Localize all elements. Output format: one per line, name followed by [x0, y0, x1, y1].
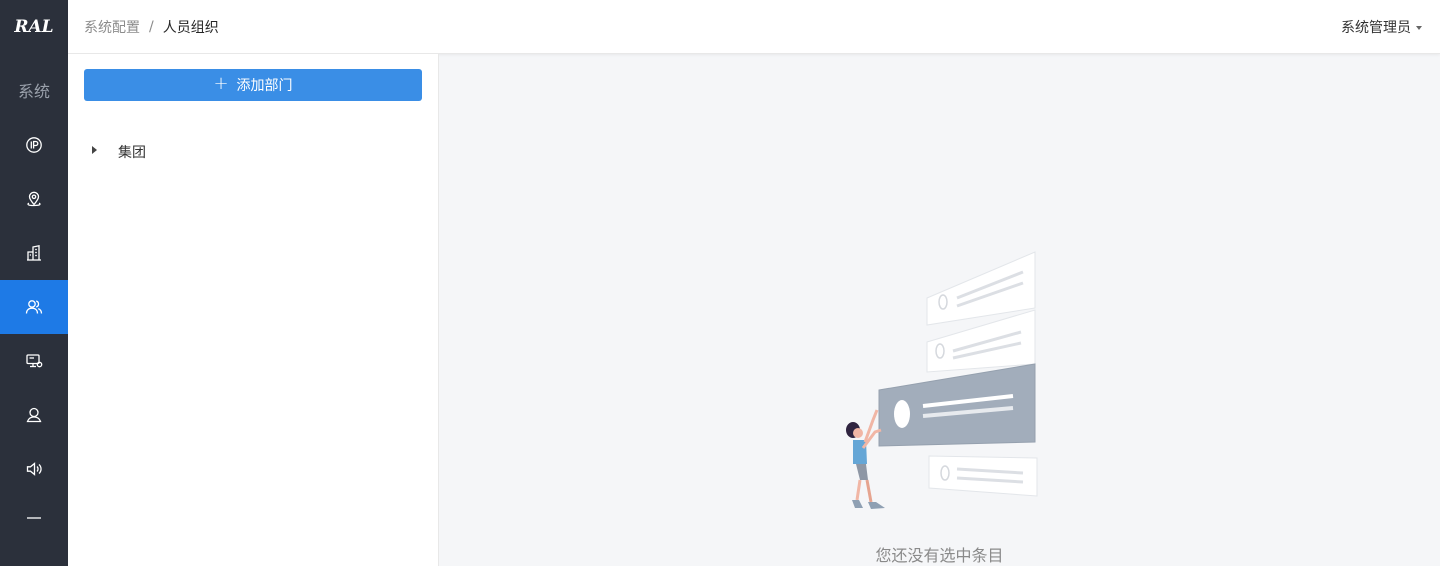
user-icon — [26, 407, 42, 423]
department-tree-panel: + 添加部门 集团 — [68, 54, 439, 566]
empty-state-illustration — [846, 251, 1038, 509]
user-menu[interactable]: 系统管理员 — [1341, 17, 1424, 37]
sidebar-item-location[interactable] — [0, 172, 68, 226]
user-menu-label: 系统管理员 — [1341, 19, 1411, 36]
sidebar-section-label: 系统 — [17, 82, 50, 101]
breadcrumb-parent[interactable]: 系统配置 — [84, 17, 140, 37]
card-main — [878, 363, 1036, 447]
caret-down-icon — [1416, 25, 1422, 30]
sidebar-collapse-button[interactable] — [0, 496, 68, 540]
logo-text: RAL — [14, 17, 54, 37]
main-content: 您还没有选中条目 — [439, 54, 1440, 566]
sidebar-item-people[interactable] — [0, 280, 68, 334]
card-4 — [928, 455, 1038, 497]
building-icon — [27, 245, 41, 261]
location-pin-icon — [27, 191, 41, 207]
sidebar: RAL 系统 — [0, 0, 68, 566]
sidebar-item-building[interactable] — [0, 226, 68, 280]
plus-icon: + — [213, 73, 229, 94]
tree-node[interactable]: 集团 — [92, 142, 146, 162]
add-department-button[interactable]: + 添加部门 — [84, 69, 422, 101]
tree-node-label: 集团 — [118, 145, 146, 161]
add-department-label: 添加部门 — [236, 78, 293, 94]
top-header: 系统配置 / 人员组织 系统管理员 — [68, 0, 1440, 54]
brand-logo[interactable]: RAL — [0, 0, 68, 54]
empty-state-message: 您还没有选中条目 — [875, 546, 1004, 565]
sidebar-item-user[interactable] — [0, 388, 68, 442]
breadcrumb: 系统配置 / 人员组织 — [84, 17, 219, 37]
ip-icon — [26, 137, 42, 153]
breadcrumb-separator: / — [149, 18, 154, 35]
card-1 — [926, 251, 1036, 326]
caret-right-icon[interactable] — [92, 146, 97, 154]
sidebar-item-ip[interactable] — [0, 118, 68, 172]
speaker-icon — [26, 462, 42, 476]
device-icon — [26, 354, 43, 368]
minus-icon — [27, 517, 41, 519]
sidebar-item-device[interactable] — [0, 334, 68, 388]
sidebar-item-speaker[interactable] — [0, 442, 68, 496]
breadcrumb-current: 人员组织 — [162, 19, 219, 36]
people-icon — [25, 300, 43, 314]
